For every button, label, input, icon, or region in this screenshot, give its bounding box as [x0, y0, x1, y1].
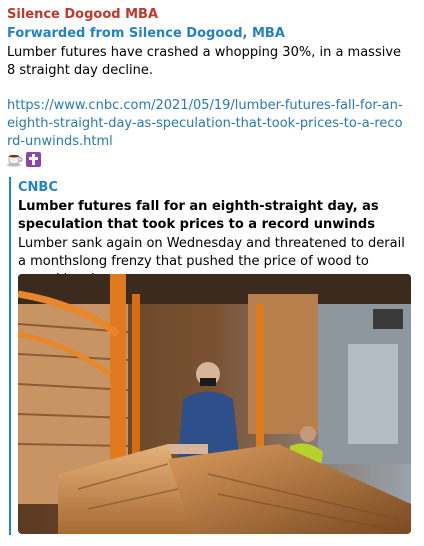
preview-image[interactable]	[18, 274, 411, 534]
link-preview[interactable]: CNBC Lumber futures fall for an eighth-s…	[9, 177, 416, 535]
preview-site-name: CNBC	[18, 180, 58, 195]
message-text: Lumber futures have crashed a whopping 3…	[7, 45, 402, 78]
latin-cross-icon	[26, 151, 41, 167]
sender-name[interactable]: Silence Dogood MBA	[7, 7, 158, 22]
preview-title: Lumber futures fall for an eighth-straig…	[18, 199, 379, 232]
forwarded-from-label[interactable]: Forwarded from Silence Dogood, MBA	[7, 26, 285, 41]
message-bubble: Silence Dogood MBA Forwarded from Silenc…	[0, 0, 424, 546]
message-link[interactable]: https://www.cnbc.com/2021/05/19/lumber-f…	[7, 97, 407, 151]
coffee-icon	[7, 152, 23, 167]
emoji-row	[7, 151, 41, 167]
